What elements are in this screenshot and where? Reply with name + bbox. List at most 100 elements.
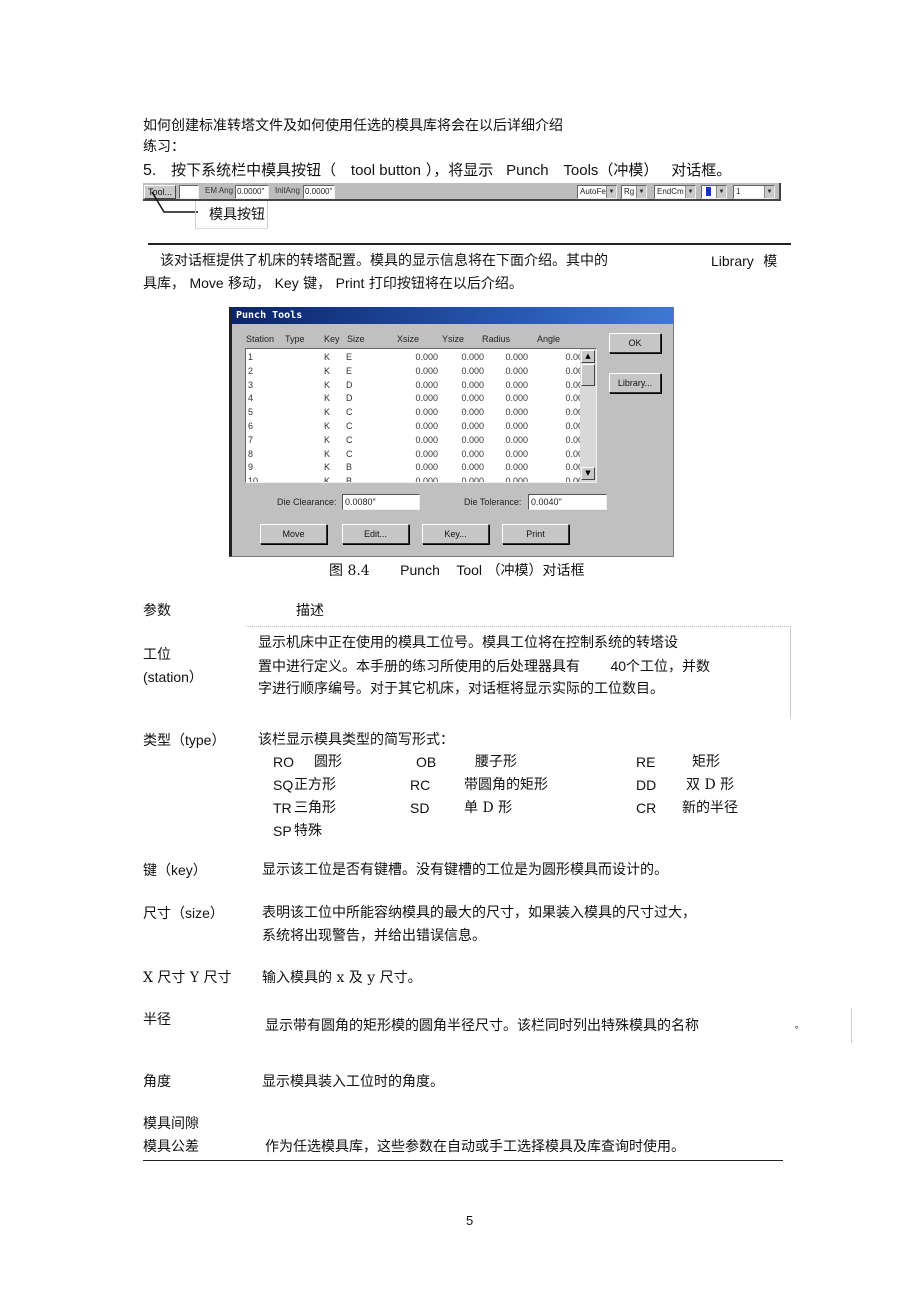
- param-size-desc-1: 表明该工位中所能容纳模具的最大的尺寸，如果装入模具的尺寸过大，: [262, 905, 696, 921]
- cell-key: K: [324, 448, 331, 459]
- cell-ysize: 0.000: [461, 379, 484, 390]
- chevron-down-icon: ▼: [716, 186, 726, 198]
- section-divider: [148, 243, 791, 245]
- cell-station: 10: [248, 476, 259, 483]
- print-button[interactable]: Print: [502, 524, 569, 544]
- params-header-param: 参数: [143, 603, 171, 619]
- cell-radius: 0.000: [505, 476, 528, 483]
- die-tolerance-input[interactable]: 0.0040": [528, 494, 607, 510]
- step-text-punch: Punch: [506, 162, 549, 179]
- key-button[interactable]: Key...: [422, 524, 489, 544]
- station-row[interactable]: 6 K C 0.000 0.000 0.000 0.00: [246, 420, 583, 434]
- step-number: 5.: [143, 162, 157, 179]
- radius-box-right: [851, 1008, 852, 1043]
- param-radius-desc: 显示带有圆角的矩形模的圆角半径尺寸。该栏同时列出特殊模具的名称: [265, 1018, 699, 1034]
- station-row[interactable]: 4 K D 0.000 0.000 0.000 0.00: [246, 392, 583, 406]
- cell-key: K: [324, 434, 331, 445]
- cell-angle: 0.00: [565, 434, 583, 445]
- cell-key: K: [324, 393, 331, 404]
- column-header-station: Station: [246, 334, 275, 344]
- rg-combo[interactable]: Rg ▼: [621, 185, 647, 199]
- init-ang-input[interactable]: 0.0000": [303, 185, 335, 199]
- station-row[interactable]: 2 K E 0.000 0.000 0.000 0.00: [246, 365, 583, 379]
- station-row[interactable]: 10 K B 0.000 0.000 0.000 0.00: [246, 475, 583, 483]
- chevron-down-icon: ▼: [606, 186, 616, 198]
- step-5: 5. 按下系统栏中模具按钮（ tool button ），将显示 Punch T…: [143, 159, 731, 182]
- cell-angle: 0.00: [565, 462, 583, 473]
- paragraph-key: Key: [274, 275, 299, 291]
- cell-station: 1: [248, 352, 254, 362]
- cell-radius: 0.000: [505, 352, 528, 362]
- paragraph-line-1-end: Library 模: [711, 250, 777, 273]
- label-text: 类型（: [143, 733, 185, 749]
- stations-listbox[interactable]: 1 K E 0.000 0.000 0.000 0.00 2 K E 0.000 0.000 0.000…: [245, 348, 597, 483]
- cell-station: 9: [248, 462, 254, 473]
- cell-ysize: 0.000: [461, 476, 484, 483]
- station-row[interactable]: 1 K E 0.000 0.000 0.000 0.00: [246, 351, 583, 365]
- cell-angle: 0.00: [565, 352, 583, 362]
- cell-xsize: 0.000: [415, 476, 438, 483]
- type-code: DD: [636, 777, 657, 793]
- bottom-divider: [143, 1160, 783, 1161]
- cell-ysize: 0.000: [461, 421, 484, 431]
- column-header-key: Key: [324, 334, 340, 344]
- type-name: 腰子形: [475, 754, 517, 770]
- cell-radius: 0.000: [505, 365, 528, 376]
- column-header-angle: Angle: [537, 334, 561, 344]
- combo-value: Rg: [624, 187, 635, 196]
- cell-size: C: [346, 421, 353, 431]
- paragraph-move: Move: [189, 275, 224, 291]
- scroll-thumb[interactable]: [581, 364, 595, 386]
- column-header-ysize: Ysize: [442, 334, 465, 344]
- param-clearance-label: 模具间隙: [143, 1116, 199, 1132]
- step-text: 按下系统栏中模具按钮（: [171, 161, 337, 179]
- color-swatch: [706, 187, 711, 196]
- pen-combo[interactable]: 1 ▼: [733, 185, 775, 199]
- paragraph-line-1: 该对话框提供了机床的转塔配置。模具的显示信息将在下面介绍。其中的: [160, 250, 608, 272]
- cell-ysize: 0.000: [461, 352, 484, 362]
- station-row[interactable]: 8 K C 0.000 0.000 0.000 0.00: [246, 448, 583, 462]
- station-row[interactable]: 9 K B 0.000 0.000 0.000 0.00: [246, 461, 583, 475]
- cell-key: K: [324, 365, 331, 376]
- cell-xsize: 0.000: [415, 421, 438, 431]
- label-text: size: [185, 905, 210, 921]
- scroll-down-arrow-icon[interactable]: ▼: [581, 467, 595, 480]
- combo-value: EndCm: [657, 187, 684, 196]
- type-code: RO: [273, 754, 294, 770]
- move-button[interactable]: Move: [260, 524, 327, 544]
- cell-angle: 0.00: [565, 476, 583, 483]
- type-code: CR: [636, 800, 657, 816]
- param-key-label: 键（key）: [143, 859, 207, 882]
- paragraph-text: 模: [763, 254, 778, 270]
- combo-value: AutoFe: [580, 187, 606, 196]
- cell-size: E: [346, 365, 353, 376]
- edit-button[interactable]: Edit...: [342, 524, 409, 544]
- type-code: OB: [416, 754, 437, 770]
- type-name: 正方形: [294, 777, 336, 793]
- param-size-desc-2: 系统将出现警告，并给出错误信息。: [262, 928, 486, 944]
- listbox-scrollbar[interactable]: ▲ ▼: [580, 349, 596, 482]
- dialog-title: Punch Tools: [232, 307, 673, 324]
- cell-angle: 0.00: [565, 407, 583, 418]
- die-clearance-input[interactable]: 0.0080": [342, 494, 420, 510]
- station-row[interactable]: 7 K C 0.000 0.000 0.000 0.00: [246, 434, 583, 448]
- color-combo[interactable]: ▼: [701, 185, 727, 199]
- scroll-up-arrow-icon[interactable]: ▲: [581, 350, 595, 363]
- library-button[interactable]: Library...: [609, 373, 661, 393]
- system-toolbar: Tool... EM Ang 0.0000" InitAng 0.0000" A…: [143, 183, 781, 201]
- param-station-label-en: (station）: [143, 669, 203, 685]
- em-ang-input[interactable]: 0.0000": [235, 185, 269, 199]
- station-row[interactable]: 5 K C 0.000 0.000 0.000 0.00: [246, 406, 583, 420]
- param-station-label-cn: 工位: [143, 647, 171, 663]
- ok-button[interactable]: OK: [609, 333, 661, 353]
- cell-angle: 0.00: [565, 421, 583, 431]
- autofe-combo[interactable]: AutoFe ▼: [577, 185, 617, 199]
- endcm-combo[interactable]: EndCm ▼: [654, 185, 696, 199]
- cell-radius: 0.000: [505, 393, 528, 404]
- cell-xsize: 0.000: [415, 365, 438, 376]
- station-row[interactable]: 3 K D 0.000 0.000 0.000 0.00: [246, 379, 583, 393]
- param-angle-desc: 显示模具装入工位时的角度。: [262, 1074, 444, 1090]
- cell-ysize: 0.000: [461, 434, 484, 445]
- caption-text: Punch: [400, 562, 440, 578]
- combo-value: 1: [736, 187, 741, 196]
